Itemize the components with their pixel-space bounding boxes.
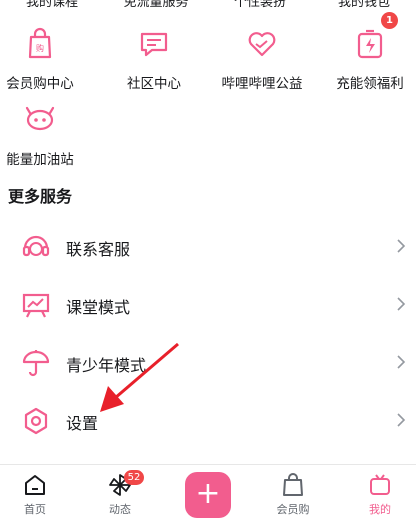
grid-item-label: 会员购中心 (6, 76, 74, 92)
grid-item-label: 哔哩哔哩公益 (221, 76, 303, 92)
tab-label: 首页 (24, 503, 46, 516)
service-item-label: 联系客服 (66, 240, 131, 259)
clipped-item[interactable]: 免流量服务 (104, 0, 208, 10)
settings-icon (24, 407, 48, 435)
service-item-label: 设置 (66, 414, 99, 433)
clipped-item[interactable]: 我的课程 (0, 0, 104, 10)
tv-icon (370, 474, 390, 495)
section-title: 更多服务 (8, 187, 73, 206)
service-item-teen-mode[interactable]: 青少年模式 (0, 334, 416, 390)
publish-button[interactable]: + (185, 472, 231, 518)
tab-label: 会员购 (276, 503, 310, 516)
grid-item-label: 能量加油站 (6, 152, 74, 168)
chevron-right-icon (397, 355, 406, 369)
service-item-classroom-mode[interactable]: 课堂模式 (0, 276, 416, 332)
clipped-item[interactable]: 我的钱包 (312, 0, 416, 10)
svg-text:购: 购 (36, 43, 44, 53)
grid-item-community[interactable]: 社区中心 (102, 24, 206, 92)
shopping-bag-icon: 购 (28, 27, 52, 59)
tab-mine[interactable]: 我的 (340, 465, 416, 527)
tab-label: 动态 (109, 503, 131, 516)
battery-gift-icon (357, 29, 383, 59)
service-item-label: 课堂模式 (66, 298, 131, 317)
chevron-right-icon (397, 413, 406, 427)
chevron-right-icon (397, 297, 406, 311)
heart-charity-icon (248, 32, 276, 57)
service-item-customer-service[interactable]: 联系客服 (0, 218, 416, 274)
grid-item-label: 社区中心 (127, 76, 181, 92)
classroom-icon (22, 293, 50, 318)
chat-bubble-icon (140, 32, 168, 57)
home-icon (25, 475, 45, 495)
chevron-right-icon (397, 239, 406, 253)
tab-home[interactable]: 首页 (0, 465, 75, 527)
notification-badge: 1 (381, 12, 398, 29)
clipped-item[interactable]: 个性装扮 (208, 0, 312, 10)
grid-item-energy-station[interactable]: 能量加油站 (0, 100, 92, 168)
tab-label: 我的 (369, 503, 391, 516)
grid-item-charge-welfare[interactable]: 充能领福利 (318, 24, 416, 92)
grid-item-charity[interactable]: 哔哩哔哩公益 (210, 24, 314, 92)
tab-badge: 52 (124, 470, 144, 485)
service-item-label: 青少年模式 (66, 356, 147, 375)
umbrella-icon (22, 350, 50, 377)
headset-icon (22, 235, 50, 257)
energy-station-icon (25, 106, 55, 131)
grid-item-label: 充能领福利 (336, 76, 404, 92)
tab-dynamic[interactable]: 动态 52 (80, 465, 160, 527)
grid-item-member-shop[interactable]: 购 会员购中心 (0, 24, 92, 92)
clipped-top-row: 我的课程 免流量服务 个性装扮 我的钱包 (0, 0, 416, 10)
service-item-settings[interactable]: 设置 (0, 392, 416, 448)
tab-member-shop[interactable]: 会员购 (253, 465, 333, 527)
shopping-bag-icon (283, 473, 303, 496)
